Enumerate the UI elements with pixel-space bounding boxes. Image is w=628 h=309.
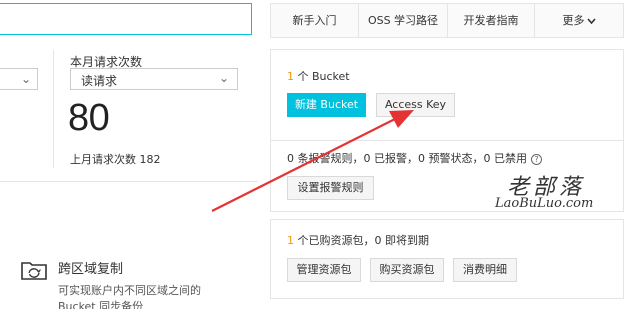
bucket-card: 1 个 Bucket 新建 Bucket Access Key	[270, 49, 624, 141]
access-key-button[interactable]: Access Key	[376, 93, 455, 117]
manage-packages-button[interactable]: 管理资源包	[287, 258, 361, 282]
cross-region-desc: 可实现账户内不同区域之间的 Bucket 同步备份	[58, 283, 228, 309]
buy-packages-button[interactable]: 购买资源包	[370, 258, 444, 282]
billing-details-button[interactable]: 消费明细	[453, 258, 517, 282]
search-box[interactable]	[0, 3, 252, 35]
resource-count: 1	[287, 234, 294, 247]
request-count: 80	[68, 97, 110, 139]
top-nav: 新手入门 OSS 学习路径 开发者指南 更多	[270, 3, 624, 38]
chevron-down-icon	[586, 18, 596, 25]
nav-more-label: 更多	[562, 14, 585, 27]
left-dropdown[interactable]: ⌄	[0, 68, 38, 90]
alarm-summary: 0 条报警规则，0 已报警，0 预警状态，0 已禁用?	[287, 150, 542, 166]
alarm-settings-button[interactable]: 设置报警规则	[287, 176, 374, 200]
nav-item-getting-started[interactable]: 新手入门	[271, 4, 359, 37]
desc-line: 可实现账户内不同区域之间的	[58, 284, 201, 297]
nav-item-more[interactable]: 更多	[535, 4, 623, 37]
bucket-summary: 1 个 Bucket	[287, 68, 350, 84]
create-bucket-button[interactable]: 新建 Bucket	[287, 93, 366, 117]
last-month-label: 上月请求次数	[70, 153, 136, 166]
alarm-summary-text: 0 条报警规则，0 已报警，0 预警状态，0 已禁用	[287, 152, 527, 165]
resource-label: 个已购资源包，0 即将到期	[297, 234, 430, 247]
desc-line: Bucket 同步备份	[58, 300, 144, 309]
request-type-select[interactable]: 读请求 ⌄	[70, 68, 238, 90]
nav-item-developer-guide[interactable]: 开发者指南	[448, 4, 535, 37]
cross-region-title[interactable]: 跨区域复制	[58, 258, 123, 277]
cross-region-replication-icon	[21, 262, 47, 280]
divider	[53, 50, 54, 168]
chevron-down-icon: ⌄	[20, 72, 31, 86]
last-month-stat: 上月请求次数 182	[70, 151, 161, 167]
watermark-en: LaoBuLuo.com	[495, 196, 594, 211]
select-value: 读请求	[81, 74, 118, 88]
resource-summary: 1 个已购资源包，0 即将到期	[287, 232, 429, 248]
last-month-value: 182	[139, 153, 161, 166]
resource-card: 1 个已购资源包，0 即将到期 管理资源包 购买资源包 消费明细	[270, 219, 624, 299]
chevron-down-icon: ⌄	[218, 71, 229, 85]
help-icon[interactable]: ?	[530, 153, 542, 165]
bucket-label: 个 Bucket	[297, 70, 350, 83]
nav-item-learning-path[interactable]: OSS 学习路径	[359, 4, 448, 37]
bucket-count: 1	[287, 70, 294, 83]
divider	[0, 181, 258, 182]
